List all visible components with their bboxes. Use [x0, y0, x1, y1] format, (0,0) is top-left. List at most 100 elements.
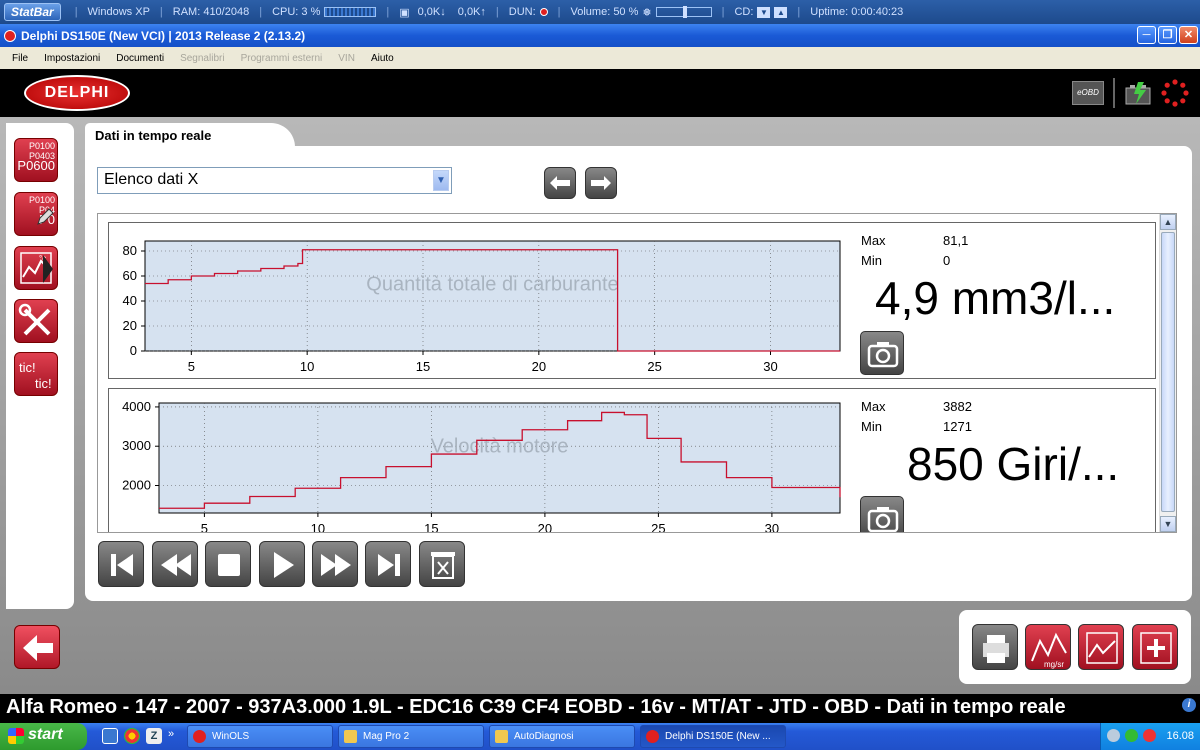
statbar-os: Windows XP — [87, 6, 150, 18]
scroll-down-icon[interactable]: ▼ — [1160, 516, 1176, 532]
dtc-code-1: P0100 — [28, 141, 55, 151]
taskbar-item-winols[interactable]: WinOLS — [187, 725, 333, 748]
min-label: Min — [861, 253, 882, 268]
scroll-up-icon[interactable]: ▲ — [1160, 214, 1176, 230]
window-titlebar[interactable]: Delphi DS150E (New VCI) | 2013 Release 2… — [0, 24, 1200, 47]
graph-view-icon — [1086, 632, 1118, 664]
play-icon — [274, 552, 294, 578]
app-icon[interactable] — [4, 29, 16, 42]
folder-icon — [344, 730, 357, 743]
actuator-test-button[interactable]: tic! tic! — [14, 352, 58, 396]
statbar-volume-text: Volume: 50 % — [570, 6, 639, 18]
min-value: 1271 — [943, 419, 972, 434]
menu-aiuto[interactable]: Aiuto — [363, 53, 402, 64]
snapshot-button[interactable] — [860, 331, 904, 375]
minimize-button[interactable]: ─ — [1137, 26, 1156, 44]
taskbar-item-delphi[interactable]: Delphi DS150E (New ... — [640, 725, 786, 748]
delete-recording-button[interactable] — [419, 541, 465, 587]
rewind-icon — [161, 554, 191, 576]
back-button[interactable] — [14, 625, 60, 669]
fast-forward-button[interactable] — [312, 541, 358, 587]
previous-page-button[interactable] — [544, 167, 576, 199]
svg-text:°c: °c — [39, 254, 46, 263]
current-value: 850 Giri/... — [907, 438, 1120, 490]
menu-impostazioni[interactable]: Impostazioni — [36, 53, 108, 64]
y-tick-label: 60 — [123, 268, 137, 283]
taskbar-item-magpro[interactable]: Mag Pro 2 — [338, 725, 484, 748]
info-icon[interactable]: i — [1182, 698, 1196, 712]
menu-programmi-esterni: Programmi esterni — [240, 52, 323, 64]
back-arrow-icon — [23, 635, 53, 661]
tray-security-icon[interactable] — [1143, 729, 1156, 742]
dun-led-icon — [539, 8, 548, 16]
taskbar-item-autodiagnosi[interactable]: AutoDiagnosi — [489, 725, 635, 748]
dtc-code-3: P0600 — [17, 158, 55, 173]
rewind-button[interactable] — [152, 541, 198, 587]
start-button[interactable]: start — [0, 723, 87, 750]
menu-file[interactable]: File — [4, 53, 36, 64]
service-tools-button[interactable] — [14, 299, 58, 343]
quicklaunch-more-icon[interactable]: » — [168, 728, 184, 744]
max-value: 81,1 — [943, 233, 969, 248]
units-button[interactable]: mg/sr — [1025, 624, 1071, 670]
snapshot-button[interactable] — [860, 496, 904, 532]
x-tick-label: 20 — [532, 359, 546, 374]
next-page-button[interactable] — [585, 167, 617, 199]
tab-live-data[interactable]: Dati in tempo reale — [85, 123, 295, 147]
skip-to-end-button[interactable] — [365, 541, 411, 587]
statbar-net-up: 0,0K↑ — [457, 6, 486, 18]
stop-button[interactable] — [205, 541, 251, 587]
print-button[interactable] — [972, 624, 1018, 670]
max-value: 3882 — [943, 399, 972, 414]
battery-charge-icon[interactable] — [1124, 80, 1154, 106]
statbar-logo[interactable]: StatBar — [4, 3, 61, 21]
play-button[interactable] — [259, 541, 305, 587]
wrench-screwdriver-icon — [18, 303, 51, 336]
quicklaunch-z-icon[interactable]: Z — [146, 728, 162, 744]
dtc-codes-icon: P0100 P0403 P0600 — [17, 141, 55, 172]
stop-icon — [218, 554, 240, 576]
data-list-dropdown[interactable]: Elenco dati X ▼ — [97, 167, 452, 194]
cd-close-icon[interactable]: ▲ — [774, 6, 788, 18]
printer-icon — [983, 635, 1009, 663]
min-value: 0 — [943, 253, 951, 268]
x-tick-label: 5 — [188, 359, 195, 374]
quicklaunch-chrome-icon[interactable] — [124, 728, 140, 744]
connection-spinner-icon — [1161, 79, 1189, 107]
y-tick-label: 40 — [123, 293, 137, 308]
menubar: File Impostazioni Documenti Segnalibri P… — [0, 47, 1200, 69]
skip-to-start-button[interactable] — [98, 541, 144, 587]
scroll-thumb[interactable] — [1161, 232, 1175, 512]
header-divider — [1113, 78, 1115, 108]
statbar-uptime: Uptime: 0:00:40:23 — [810, 6, 904, 18]
tic-label-2: tic! — [35, 376, 52, 391]
system-tray: 16.08 — [1100, 723, 1200, 750]
trash-icon — [431, 552, 455, 579]
statbar-volume[interactable]: Volume: 50 % ❅ — [571, 6, 712, 19]
quicklaunch-ie-icon[interactable] — [102, 728, 118, 744]
taskbar-item-label: Mag Pro 2 — [363, 731, 410, 742]
close-button[interactable]: ✕ — [1179, 26, 1198, 44]
volume-slider[interactable] — [655, 6, 712, 18]
eobd-icon[interactable]: eOBD — [1072, 81, 1104, 105]
tray-arrow-icon[interactable] — [1107, 729, 1120, 742]
menu-documenti[interactable]: Documenti — [108, 53, 172, 64]
chevron-down-icon[interactable]: ▼ — [433, 170, 449, 191]
data-list-value: Elenco dati X — [104, 171, 199, 188]
graph-scrollbar[interactable]: ▲ ▼ — [1159, 214, 1176, 532]
plot-background — [144, 240, 841, 352]
add-plus-icon — [1140, 632, 1172, 664]
delphi-logo: DELPHI — [24, 75, 130, 111]
tray-clock[interactable]: 16.08 — [1166, 730, 1194, 742]
clear-dtc-button[interactable]: P0100 P04 P0 — [14, 192, 58, 236]
folder-icon — [495, 730, 508, 743]
tray-network-icon[interactable] — [1125, 729, 1138, 742]
read-dtc-button[interactable]: P0100 P0403 P0600 — [14, 138, 58, 182]
maximize-button[interactable]: ❐ — [1158, 26, 1177, 44]
live-data-button[interactable]: °c — [14, 246, 58, 290]
cd-eject-icon[interactable]: ▼ — [757, 6, 771, 18]
current-value: 4,9 mm3/l... — [875, 272, 1116, 324]
graph-view-button[interactable] — [1078, 624, 1124, 670]
add-parameter-button[interactable] — [1132, 624, 1178, 670]
y-tick-label: 80 — [123, 243, 137, 258]
